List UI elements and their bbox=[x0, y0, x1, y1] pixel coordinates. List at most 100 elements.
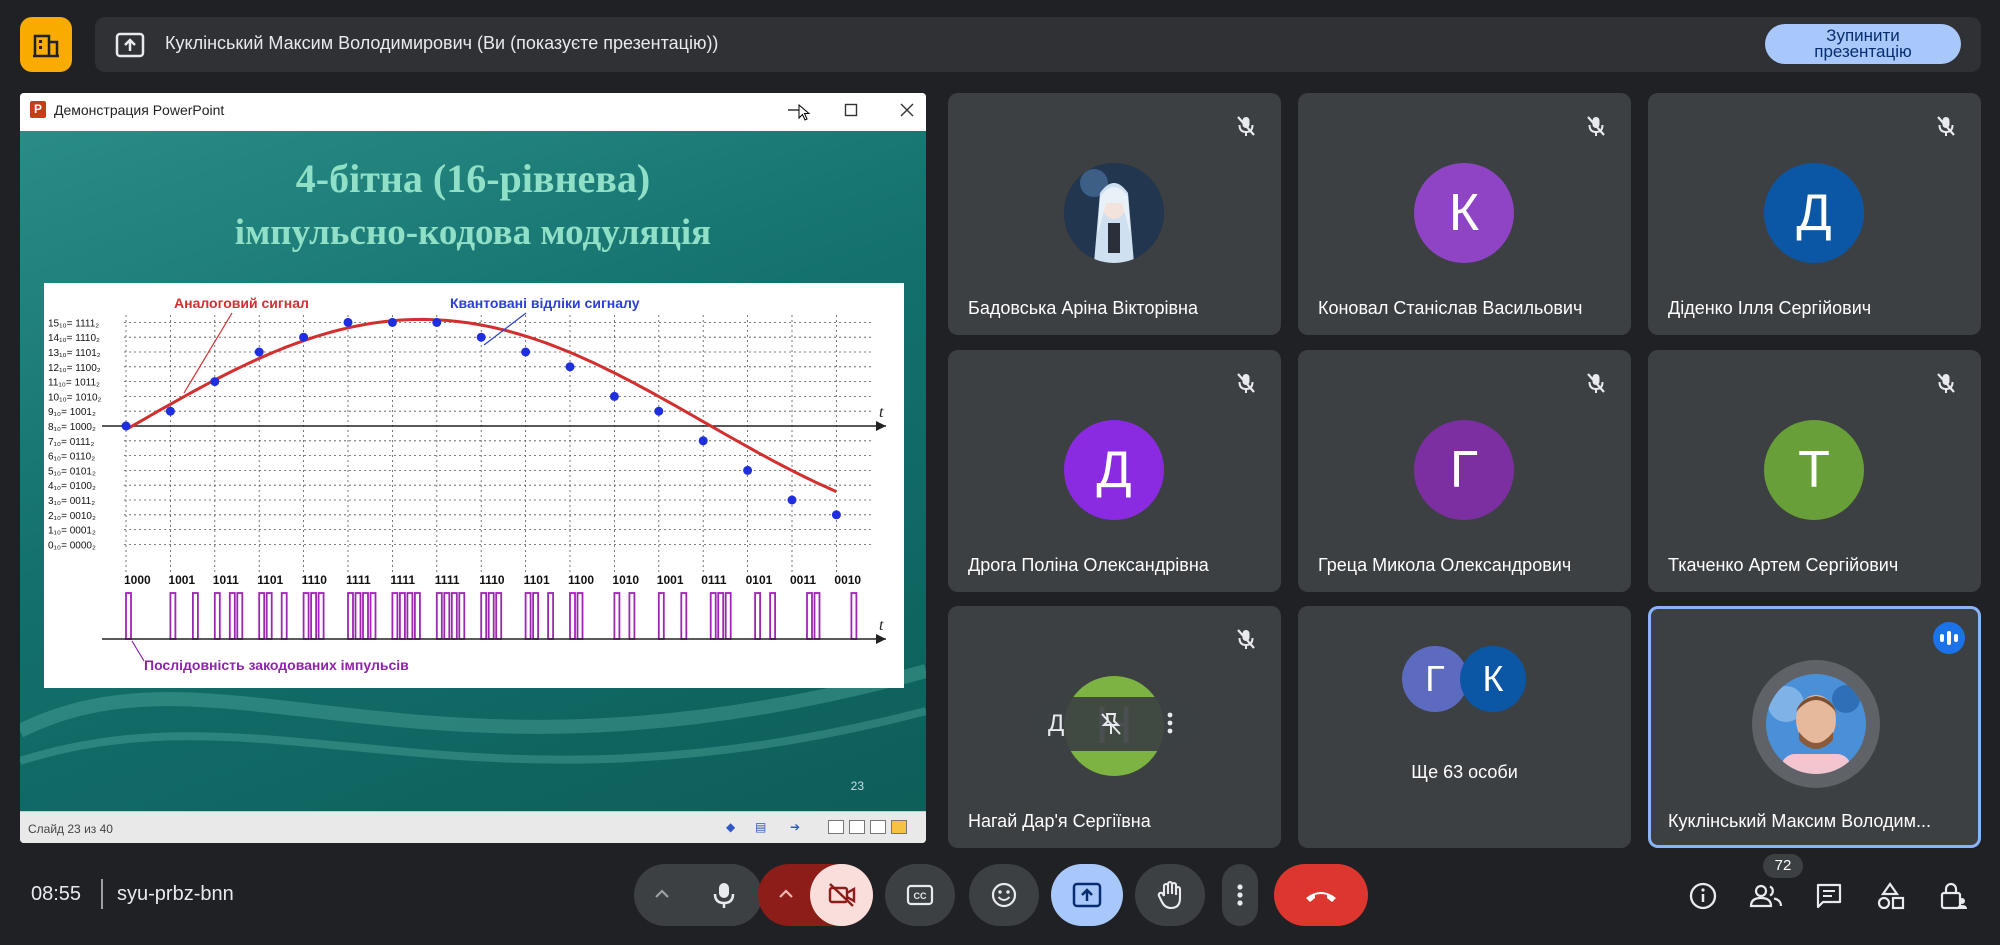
clock: 08:55 bbox=[31, 883, 82, 905]
code-word-label: 1111 bbox=[346, 573, 371, 587]
video-control-group bbox=[758, 864, 873, 926]
level-label: 5₁₀= 0101₂ bbox=[48, 466, 96, 477]
participant-tile[interactable]: ННагай Дар'я СергіївнаД bbox=[948, 606, 1281, 848]
camera-off-icon bbox=[828, 883, 855, 907]
level-label: 12₁₀= 1100₂ bbox=[48, 363, 101, 374]
participant-avatar: Д bbox=[1064, 420, 1164, 520]
pulse-bit bbox=[435, 592, 443, 640]
hover-initial: Д bbox=[1048, 710, 1065, 737]
pulse-bit bbox=[717, 592, 725, 640]
audio-options-button[interactable] bbox=[652, 884, 672, 909]
people-button[interactable] bbox=[1746, 876, 1786, 916]
pulse-bit bbox=[495, 592, 503, 640]
quantized-sample-dot bbox=[698, 436, 708, 446]
encoded-pulses-label: Послідовність закодованих імпульсів bbox=[144, 657, 409, 673]
more-options-button[interactable] bbox=[1222, 864, 1258, 926]
host-controls-button[interactable] bbox=[1933, 876, 1973, 916]
participant-name: Бадовська Аріна Вікторівна bbox=[968, 298, 1198, 318]
code-word-label: 1011 bbox=[213, 573, 239, 587]
code-word-label: 1111 bbox=[435, 573, 460, 587]
presentation-window[interactable]: P Демонстрация PowerPoint 4-бітна (16-рі… bbox=[20, 93, 926, 843]
hand-icon bbox=[1157, 880, 1182, 910]
chat-button[interactable] bbox=[1809, 876, 1849, 916]
pulse-bit bbox=[317, 592, 325, 640]
participants-count-badge: 72 bbox=[1763, 854, 1803, 878]
code-word-label: 0111 bbox=[701, 573, 727, 587]
pulse-bit bbox=[228, 592, 236, 640]
code-word-label: 1110 bbox=[302, 573, 328, 587]
normal-view-button[interactable] bbox=[828, 820, 844, 834]
powerpoint-icon: P bbox=[30, 101, 46, 118]
present-now-button[interactable] bbox=[1051, 864, 1123, 926]
participant-tile[interactable]: Д Дрога Поліна Олександрівна bbox=[948, 350, 1281, 592]
quantized-sample-dot bbox=[521, 347, 531, 357]
signal-axis-arrow bbox=[876, 421, 886, 431]
level-label: 3₁₀= 0011₂ bbox=[48, 496, 95, 507]
captions-button[interactable]: CC bbox=[885, 864, 955, 926]
close-icon bbox=[900, 103, 914, 117]
tile-more-button[interactable] bbox=[1166, 711, 1174, 740]
close-window-button[interactable] bbox=[893, 96, 921, 124]
mute-indicator bbox=[1229, 366, 1263, 400]
pulse-bit bbox=[369, 592, 377, 640]
participant-name: Коновал Станіслав Васильович bbox=[1318, 298, 1583, 318]
level-label: 11₁₀= 1011₂ bbox=[48, 378, 100, 389]
more-vert-icon bbox=[1237, 884, 1243, 906]
people-icon bbox=[1749, 884, 1783, 908]
maximize-button[interactable] bbox=[837, 96, 865, 124]
speaking-indicator-icon bbox=[1933, 622, 1965, 654]
quantized-sample-dot bbox=[299, 332, 309, 342]
prev-slide-button[interactable]: ◆ bbox=[726, 820, 735, 834]
pulse-bit bbox=[354, 592, 362, 640]
participant-tile[interactable]: Г Греца Микола Олександрович bbox=[1298, 350, 1631, 592]
participant-name: Нагай Дар'я Сергіївна bbox=[968, 811, 1151, 831]
camera-off-button[interactable] bbox=[810, 864, 873, 926]
participant-tile[interactable]: Т Ткаченко Артем Сергійович bbox=[1648, 350, 1981, 592]
activities-button[interactable] bbox=[1870, 876, 1910, 916]
quantized-sample-dot bbox=[609, 391, 619, 401]
slide-menu-button[interactable]: ▤ bbox=[755, 820, 766, 834]
self-tile[interactable]: Куклінський Максим Володим... bbox=[1648, 606, 1981, 848]
pulse-bit bbox=[362, 592, 369, 640]
level-label: 2₁₀= 0010₂ bbox=[48, 511, 96, 522]
participant-tile[interactable]: Бадовська Аріна Вікторівна bbox=[948, 93, 1281, 335]
ppt-status-bar: Слайд 23 из 40 ◆ ▤ ➔ bbox=[20, 811, 926, 843]
pulse-bit bbox=[169, 592, 177, 640]
quantized-sample-dot bbox=[432, 317, 442, 327]
more-avatar-2: К bbox=[1460, 646, 1526, 712]
participant-tile[interactable]: Д Діденко Ілля Сергійович bbox=[1648, 93, 1981, 335]
participant-name: Ткаченко Артем Сергійович bbox=[1668, 555, 1899, 575]
participant-tile[interactable]: К Коновал Станіслав Васильович bbox=[1298, 93, 1631, 335]
stop-presenting-button[interactable]: Зупинити презентацію bbox=[1765, 24, 1961, 64]
quantized-sample-dot bbox=[831, 510, 841, 520]
raise-hand-button[interactable] bbox=[1135, 864, 1205, 926]
shapes-icon bbox=[1877, 882, 1905, 910]
level-label: 13₁₀= 1101₂ bbox=[48, 348, 101, 359]
reading-view-button[interactable] bbox=[870, 820, 886, 834]
pulse-bit bbox=[302, 592, 310, 640]
participant-avatar: Д bbox=[1764, 163, 1864, 263]
leave-call-button[interactable] bbox=[1274, 864, 1368, 926]
pulse-bit bbox=[280, 592, 288, 640]
info-icon bbox=[1689, 882, 1717, 910]
slideshow-view-button[interactable] bbox=[891, 820, 907, 834]
pulse-bit bbox=[398, 592, 406, 640]
mic-off-icon bbox=[1237, 373, 1255, 393]
pulse-bit bbox=[458, 592, 466, 640]
pin-button[interactable] bbox=[1096, 709, 1126, 739]
pulse-bit bbox=[391, 592, 399, 640]
video-options-button[interactable] bbox=[776, 884, 796, 909]
reactions-button[interactable] bbox=[969, 864, 1039, 926]
pulse-bit bbox=[850, 592, 858, 640]
mic-off-icon bbox=[1937, 116, 1955, 136]
more-participants-tile[interactable]: Г К Ще 63 особи bbox=[1298, 606, 1631, 848]
next-slide-button[interactable]: ➔ bbox=[790, 820, 800, 834]
microphone-button[interactable] bbox=[686, 864, 762, 926]
sorter-view-button[interactable] bbox=[849, 820, 865, 834]
participant-avatar bbox=[1064, 163, 1164, 263]
slide-counter: Слайд 23 из 40 bbox=[28, 822, 113, 836]
emoji-icon bbox=[991, 882, 1017, 908]
meeting-details-button[interactable] bbox=[1683, 876, 1723, 916]
hang-up-icon bbox=[1306, 892, 1336, 902]
pulse-bit bbox=[524, 592, 532, 640]
